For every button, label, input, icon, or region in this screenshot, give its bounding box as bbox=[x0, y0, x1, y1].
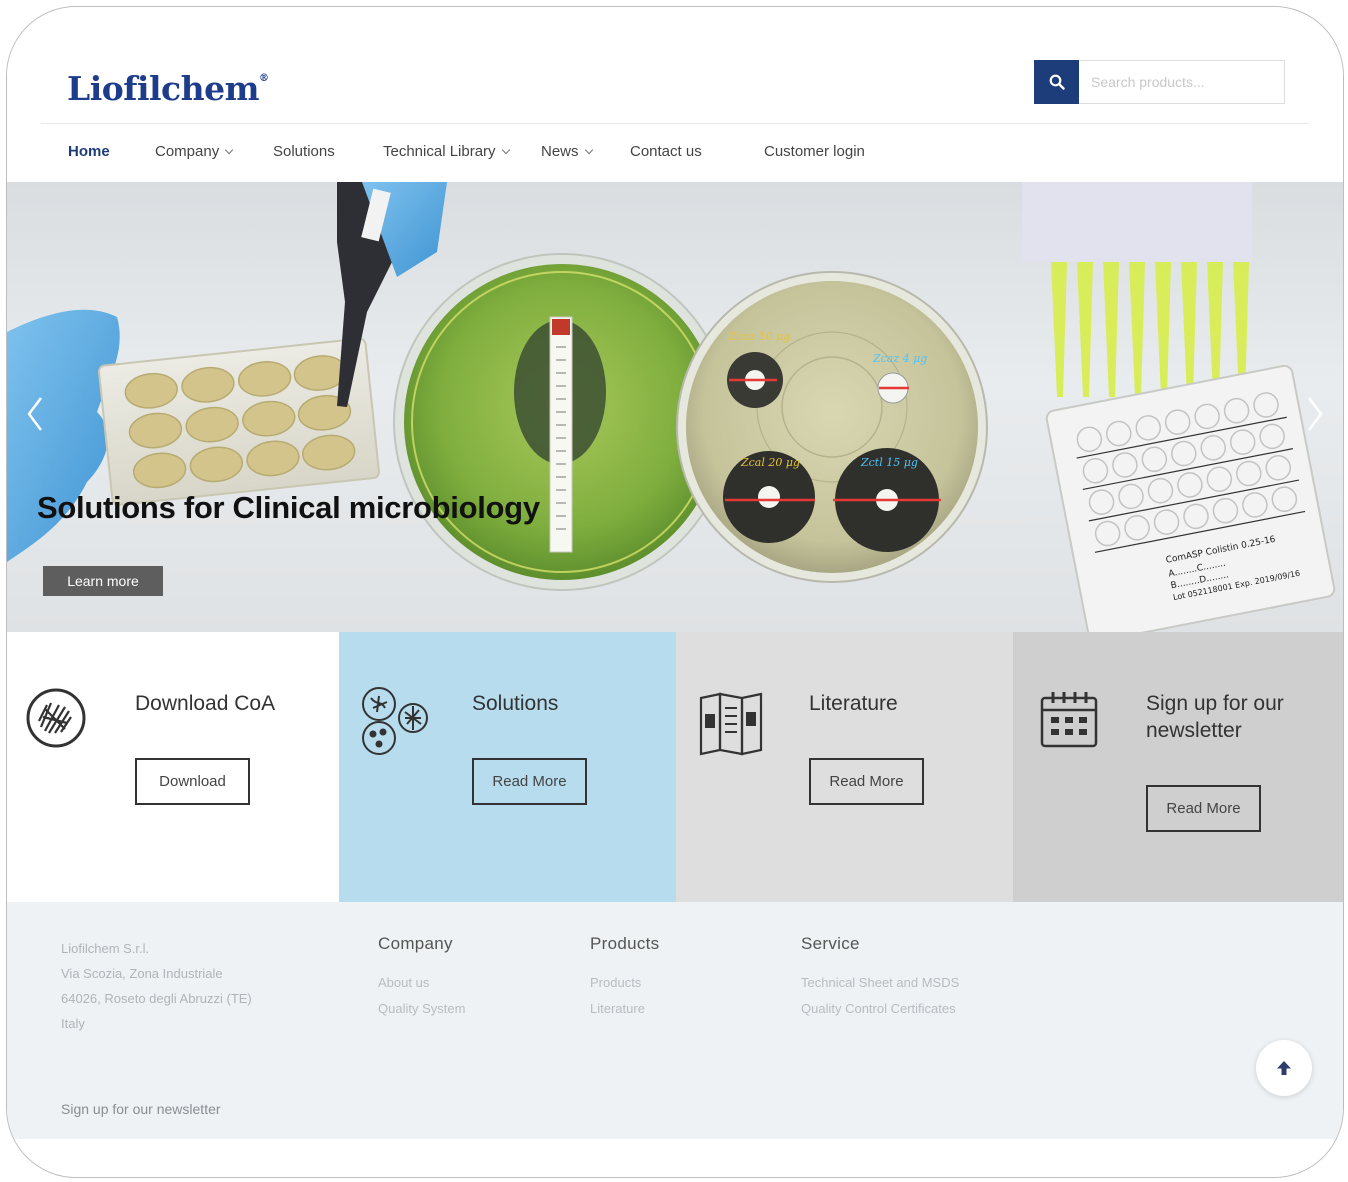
main-nav: Home Company Solutions Technical Library… bbox=[68, 143, 894, 160]
chevron-down-icon bbox=[224, 145, 234, 154]
card-title: Download CoA bbox=[135, 692, 276, 715]
footer-column-products: Products Products Literature bbox=[590, 934, 660, 1022]
back-to-top-button[interactable] bbox=[1256, 1040, 1312, 1096]
slider-next-arrow-icon[interactable] bbox=[1305, 394, 1325, 434]
registered-mark: ® bbox=[259, 73, 269, 84]
feature-cards: Download CoA Download Solutions Read Mor… bbox=[7, 632, 1343, 902]
learn-more-button[interactable]: Learn more bbox=[43, 566, 163, 596]
footer-newsletter-link[interactable]: Sign up for our newsletter bbox=[61, 1101, 221, 1117]
chevron-down-icon bbox=[584, 145, 593, 154]
nav-label: Home bbox=[68, 143, 110, 160]
search-button[interactable] bbox=[1034, 60, 1079, 104]
address-line: 64026, Roseto degli Abruzzi (TE) bbox=[61, 991, 252, 1006]
microbes-icon bbox=[362, 687, 428, 755]
hero-slider: Zcaz 10 μg Zcaz 4 μg Zcal 20 μg Zctl 15 … bbox=[7, 182, 1343, 632]
plate-label: Zcaz 10 μg bbox=[728, 330, 790, 343]
chevron-down-icon bbox=[501, 145, 510, 154]
nav-contact[interactable]: Contact us bbox=[630, 143, 764, 160]
company-address: Liofilchem S.r.l. Via Scozia, Zona Indus… bbox=[61, 936, 252, 1036]
search-icon bbox=[1049, 74, 1065, 90]
card-download-coa: Download CoA Download bbox=[7, 632, 339, 902]
plate-label: Zcaz 4 μg bbox=[872, 352, 927, 365]
calendar-icon bbox=[1040, 692, 1098, 748]
footer-link-technical-sheet[interactable]: Technical Sheet and MSDS bbox=[801, 970, 959, 996]
slider-prev-arrow-icon[interactable] bbox=[25, 394, 45, 434]
footer-link-literature[interactable]: Literature bbox=[590, 996, 660, 1022]
card-title: Literature bbox=[809, 692, 898, 715]
footer-column-title: Company bbox=[378, 934, 453, 953]
page-bottom bbox=[7, 1139, 1343, 1177]
newsletter-read-more-button[interactable]: Read More bbox=[1146, 785, 1261, 832]
site-header: Liofilchem® Home Company Solutions Techn… bbox=[7, 7, 1343, 182]
site-logo[interactable]: Liofilchem® bbox=[67, 69, 269, 108]
footer-link-quality[interactable]: Quality System bbox=[378, 996, 465, 1022]
search-bar bbox=[1034, 60, 1285, 104]
footer-column-title: Service bbox=[801, 934, 860, 953]
address-line: Via Scozia, Zona Industriale bbox=[61, 966, 223, 981]
footer-link-qc-certificates[interactable]: Quality Control Certificates bbox=[801, 996, 959, 1022]
nav-news[interactable]: News bbox=[541, 143, 630, 160]
nav-label: Technical Library bbox=[383, 143, 496, 160]
header-divider bbox=[41, 123, 1309, 124]
nav-customer-login[interactable]: Customer login bbox=[764, 143, 894, 160]
card-newsletter: Sign up for our newsletter Read More bbox=[1013, 632, 1343, 902]
nav-company[interactable]: Company bbox=[155, 143, 273, 160]
nav-label: Contact us bbox=[630, 143, 702, 160]
search-input[interactable] bbox=[1079, 60, 1285, 104]
footer-column-company: Company About us Quality System bbox=[378, 934, 465, 1022]
card-literature: Literature Read More bbox=[676, 632, 1013, 902]
footer-link-about[interactable]: About us bbox=[378, 970, 465, 996]
nav-solutions[interactable]: Solutions bbox=[273, 143, 383, 160]
nav-label: Customer login bbox=[764, 143, 865, 160]
hero-lab-image: Zcaz 10 μg Zcaz 4 μg Zcal 20 μg Zctl 15 … bbox=[7, 182, 1336, 632]
card-title: Sign up for our newsletter bbox=[1146, 692, 1284, 742]
download-button[interactable]: Download bbox=[135, 758, 250, 805]
nav-technical-library[interactable]: Technical Library bbox=[383, 143, 541, 160]
arrow-up-icon bbox=[1277, 1061, 1291, 1075]
nav-label: Solutions bbox=[273, 143, 335, 160]
address-line: Italy bbox=[61, 1016, 85, 1031]
nav-home[interactable]: Home bbox=[68, 143, 155, 160]
logo-text: Liofilchem bbox=[67, 69, 260, 108]
nav-label: News bbox=[541, 143, 579, 160]
footer-column-service: Service Technical Sheet and MSDS Quality… bbox=[801, 934, 959, 1022]
card-solutions: Solutions Read More bbox=[339, 632, 676, 902]
footer-link-products[interactable]: Products bbox=[590, 970, 660, 996]
hero-title: Solutions for Clinical microbiology bbox=[37, 490, 540, 525]
nav-label: Company bbox=[155, 143, 220, 160]
plate-label: Zctl 15 μg bbox=[860, 456, 918, 469]
solutions-read-more-button[interactable]: Read More bbox=[472, 758, 587, 805]
address-line: Liofilchem S.r.l. bbox=[61, 941, 150, 956]
bacteria-colony-icon bbox=[26, 688, 86, 748]
literature-read-more-button[interactable]: Read More bbox=[809, 758, 924, 805]
footer-column-title: Products bbox=[590, 934, 660, 953]
plate-label: Zcal 20 μg bbox=[740, 456, 800, 469]
site-footer: Liofilchem S.r.l. Via Scozia, Zona Indus… bbox=[7, 902, 1343, 1139]
browser-frame: Liofilchem® Home Company Solutions Techn… bbox=[6, 6, 1344, 1178]
brochure-icon bbox=[699, 692, 763, 756]
card-title: Solutions bbox=[472, 692, 559, 715]
